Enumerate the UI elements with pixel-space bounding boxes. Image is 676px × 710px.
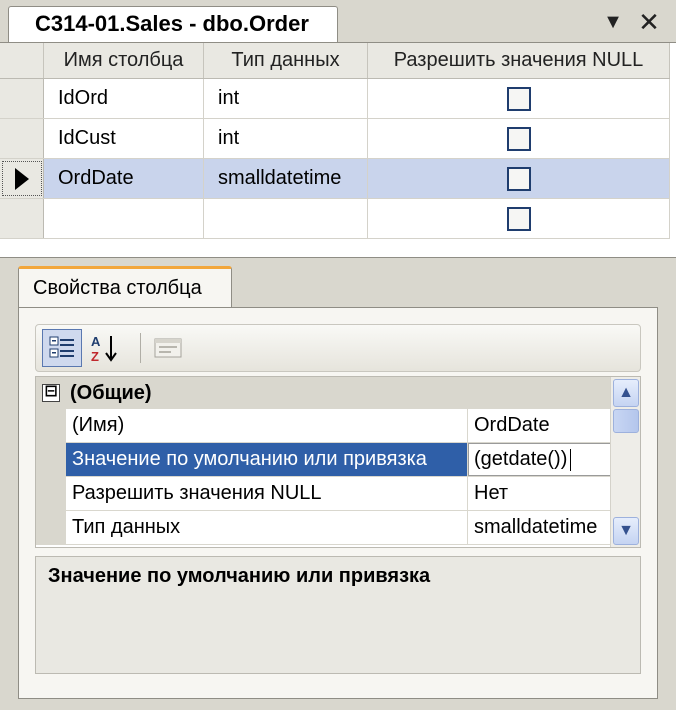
allow-null-checkbox[interactable] bbox=[506, 206, 531, 231]
document-tab[interactable]: C314-01.Sales - dbo.Order bbox=[8, 6, 338, 42]
property-value[interactable]: OrdDate bbox=[468, 409, 612, 442]
property-pages-icon bbox=[154, 338, 182, 358]
property-grid-scrollbar[interactable]: ▲ ▼ bbox=[610, 377, 640, 547]
window-list-dropdown-icon[interactable]: ▼ bbox=[600, 8, 626, 36]
data-type-cell[interactable]: smalldatetime bbox=[204, 159, 368, 198]
grid-row-idcust[interactable]: IdCust int bbox=[0, 119, 670, 159]
grid-row-orddate[interactable]: OrdDate smalldatetime bbox=[0, 159, 670, 199]
document-tabstrip: C314-01.Sales - dbo.Order ▼ ✕ bbox=[0, 0, 676, 42]
property-gutter bbox=[36, 443, 66, 476]
property-grid: ⊟ (Общие) (Имя) OrdDate Значение по умол… bbox=[35, 376, 641, 548]
row-header-corner bbox=[0, 43, 44, 78]
columns-grid-header: Имя столбца Тип данных Разрешить значени… bbox=[0, 43, 670, 79]
row-selector[interactable] bbox=[0, 79, 44, 118]
svg-text:A: A bbox=[91, 334, 101, 349]
property-name[interactable]: (Имя) bbox=[66, 409, 468, 442]
column-name-cell[interactable]: OrdDate bbox=[44, 159, 204, 198]
category-general[interactable]: ⊟ (Общие) bbox=[36, 377, 612, 409]
columns-grid: Имя столбца Тип данных Разрешить значени… bbox=[0, 42, 676, 257]
current-row-arrow-icon bbox=[14, 167, 29, 190]
scroll-down-icon[interactable]: ▼ bbox=[613, 517, 639, 545]
allow-null-checkbox[interactable] bbox=[506, 86, 531, 111]
property-gutter bbox=[36, 409, 66, 442]
scroll-thumb[interactable] bbox=[613, 409, 639, 433]
row-selector[interactable] bbox=[0, 159, 44, 198]
close-icon[interactable]: ✕ bbox=[636, 7, 662, 37]
property-value[interactable]: smalldatetime bbox=[468, 511, 612, 544]
alphabetical-sort-button[interactable]: A Z bbox=[86, 329, 126, 367]
column-header-type[interactable]: Тип данных bbox=[204, 43, 368, 78]
allow-null-checkbox[interactable] bbox=[506, 126, 531, 151]
properties-toolbar: A Z bbox=[35, 324, 641, 372]
allow-null-cell bbox=[368, 119, 670, 158]
svg-text:Z: Z bbox=[91, 349, 99, 363]
column-properties-panel: A Z ⊟ (Общие) (Имя) OrdDate Значение по … bbox=[18, 307, 658, 699]
text-caret bbox=[570, 448, 572, 471]
toolbar-separator bbox=[140, 333, 141, 363]
property-name[interactable]: Значение по умолчанию или привязка bbox=[66, 443, 468, 476]
allow-null-cell bbox=[368, 79, 670, 118]
property-description: Значение по умолчанию или привязка bbox=[35, 556, 641, 674]
scroll-up-icon[interactable]: ▲ bbox=[613, 379, 639, 407]
tab-column-properties[interactable]: Свойства столбца bbox=[18, 266, 232, 308]
default-value-input[interactable]: (getdate()) bbox=[468, 443, 612, 476]
grid-row-idord[interactable]: IdOrd int bbox=[0, 79, 670, 119]
column-header-name[interactable]: Имя столбца bbox=[44, 43, 204, 78]
allow-null-cell bbox=[368, 199, 670, 238]
data-type-cell[interactable] bbox=[204, 199, 368, 238]
row-selector[interactable] bbox=[0, 119, 44, 158]
sort-alphabetical-icon: A Z bbox=[91, 334, 117, 363]
allow-null-cell bbox=[368, 159, 670, 198]
categorized-view-button[interactable] bbox=[42, 329, 82, 367]
property-gutter bbox=[36, 477, 66, 510]
row-selector[interactable] bbox=[0, 199, 44, 238]
data-type-cell[interactable]: int bbox=[204, 119, 368, 158]
property-gutter bbox=[36, 511, 66, 544]
property-value[interactable]: Нет bbox=[468, 477, 612, 510]
grid-row-new[interactable] bbox=[0, 199, 670, 239]
default-value-text: (getdate()) bbox=[474, 448, 568, 470]
allow-null-checkbox[interactable] bbox=[506, 166, 531, 191]
property-row-name[interactable]: (Имя) OrdDate bbox=[36, 409, 612, 443]
column-header-allow-null[interactable]: Разрешить значения NULL bbox=[368, 43, 670, 78]
column-name-cell[interactable]: IdOrd bbox=[44, 79, 204, 118]
data-type-cell[interactable]: int bbox=[204, 79, 368, 118]
property-row-allow-null[interactable]: Разрешить значения NULL Нет bbox=[36, 477, 612, 511]
pane-splitter[interactable] bbox=[0, 257, 676, 265]
category-label: (Общие) bbox=[70, 381, 152, 404]
property-name[interactable]: Тип данных bbox=[66, 511, 468, 544]
property-pages-button[interactable] bbox=[148, 329, 188, 367]
property-row-data-type[interactable]: Тип данных smalldatetime bbox=[36, 511, 612, 545]
property-row-default-value[interactable]: Значение по умолчанию или привязка (getd… bbox=[36, 443, 612, 477]
categorized-view-icon bbox=[49, 336, 74, 358]
column-name-cell[interactable] bbox=[44, 199, 204, 238]
property-name[interactable]: Разрешить значения NULL bbox=[66, 477, 468, 510]
column-name-cell[interactable]: IdCust bbox=[44, 119, 204, 158]
collapse-icon[interactable]: ⊟ bbox=[42, 384, 60, 402]
